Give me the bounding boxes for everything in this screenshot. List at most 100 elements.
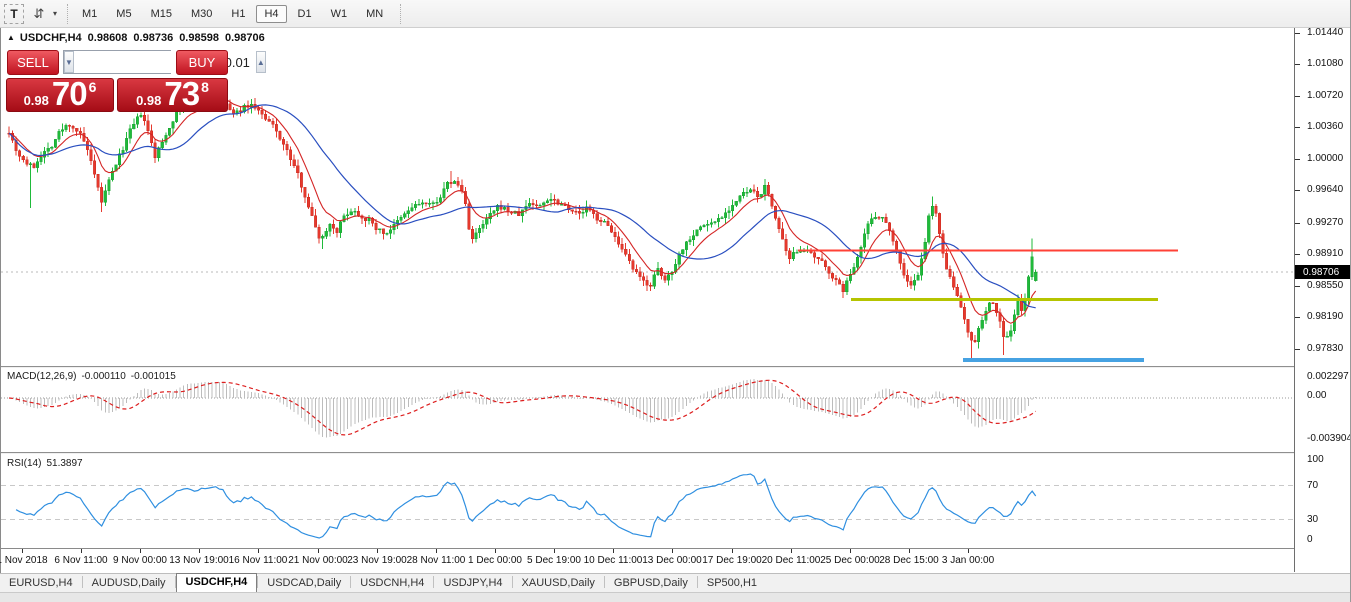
price-tick	[1295, 190, 1300, 191]
volume-increase-icon[interactable]: ▲	[256, 51, 266, 73]
sell-button[interactable]: SELL	[7, 50, 59, 75]
tab-usdjpy-h4[interactable]: USDJPY,H4	[434, 575, 511, 592]
tab-eurusd-h4[interactable]: EURUSD,H4	[0, 575, 82, 592]
macd-name: MACD(12,26,9)	[7, 371, 76, 382]
sell-price-big: 70	[52, 79, 87, 108]
rsi-name: RSI(14)	[7, 458, 41, 469]
text-tool-button[interactable]: T	[4, 4, 24, 24]
tab-gbpusd-daily[interactable]: GBPUSD,Daily	[605, 575, 697, 592]
date-tick-label: 20 Dec 11:00	[762, 555, 821, 566]
timeframe-button-m5[interactable]: M5	[108, 5, 139, 23]
buy-price-tile[interactable]: 0.98 73 8	[117, 78, 228, 112]
rsi-axis-label: 30	[1307, 514, 1318, 525]
date-tick-label: 6 Nov 11:00	[54, 555, 107, 566]
date-tick-label: 16 Nov 11:00	[229, 555, 288, 566]
rsi-label: RSI(14) 51.3897	[7, 458, 88, 469]
date-tick-label: 5 Dec 19:00	[527, 555, 581, 566]
timeframe-button-m15[interactable]: M15	[143, 5, 180, 23]
price-tick-label: 1.01080	[1307, 58, 1343, 69]
macd-axis-label: 0.002297	[1307, 371, 1349, 382]
volume-input[interactable]	[74, 51, 256, 73]
price-tick-label: 1.00000	[1307, 153, 1343, 164]
date-tick	[377, 549, 378, 553]
volume-decrease-icon[interactable]: ▼	[64, 51, 74, 73]
timeframe-button-group: M1M5M15M30H1H4D1W1MN	[74, 5, 394, 23]
macd-value-signal: -0.001015	[131, 371, 176, 382]
date-tick-label: 17 Dec 19:00	[702, 555, 762, 566]
date-tick-label: 21 Nov 00:00	[288, 555, 348, 566]
rsi-value: 51.3897	[46, 458, 82, 469]
timeframe-button-d1[interactable]: D1	[290, 5, 320, 23]
price-tick	[1295, 33, 1300, 34]
buy-price-base: 0.98	[136, 93, 161, 108]
pane-separator[interactable]	[1, 452, 1351, 454]
date-tick	[672, 549, 673, 553]
macd-histogram	[9, 379, 1036, 437]
price-axis[interactable]: 1.014401.010801.007201.003601.000000.996…	[1295, 28, 1351, 572]
tab-usdcnh-h4[interactable]: USDCNH,H4	[351, 575, 433, 592]
ohlc-low: 0.98598	[179, 32, 219, 44]
tab-usdchf-h4[interactable]: USDCHF,H4	[176, 573, 258, 592]
timeframe-button-mn[interactable]: MN	[358, 5, 391, 23]
ohlc-open: 0.98608	[88, 32, 128, 44]
timeframe-button-h4[interactable]: H4	[256, 5, 286, 23]
date-tick-label: 23 Nov 19:00	[347, 555, 407, 566]
collapse-panel-icon[interactable]: ▲	[7, 33, 15, 42]
timeframe-button-h1[interactable]: H1	[223, 5, 253, 23]
tab-xauusd-daily[interactable]: XAUUSD,Daily	[513, 575, 604, 592]
tab-sp500-h1[interactable]: SP500,H1	[698, 575, 766, 592]
rsi-line	[16, 474, 1036, 538]
macd-indicator-chart	[1, 368, 1294, 452]
tab-usdcad-daily[interactable]: USDCAD,Daily	[258, 575, 350, 592]
buy-price-big: 73	[164, 79, 199, 108]
price-tick-label: 0.98910	[1307, 248, 1343, 259]
price-tick	[1295, 286, 1300, 287]
current-price-tag: 0.98706	[1295, 265, 1351, 279]
rsi-indicator-chart	[1, 455, 1294, 548]
chart-symbol-label: USDCHF,H4	[20, 32, 82, 44]
tab-audusd-daily[interactable]: AUDUSD,Daily	[83, 575, 175, 592]
chart-title: ▲USDCHF,H40.986080.987360.985980.98706	[7, 32, 265, 44]
date-tick	[318, 549, 319, 553]
rsi-axis-label: 100	[1307, 454, 1324, 465]
macd-value-main: -0.000110	[81, 371, 125, 382]
timeframe-button-m30[interactable]: M30	[183, 5, 220, 23]
macd-axis-label: -0.003904	[1307, 433, 1351, 444]
date-tick-label: 28 Dec 15:00	[879, 555, 939, 566]
symbol-tab-bar: EURUSD,H4AUDUSD,DailyUSDCHF,H4USDCAD,Dai…	[0, 573, 1351, 592]
timeframe-button-m1[interactable]: M1	[74, 5, 105, 23]
time-axis[interactable]: 1 Nov 20186 Nov 11:009 Nov 00:0013 Nov 1…	[1, 549, 1294, 572]
toolbar: T ⇵ ▾ M1M5M15M30H1H4D1W1MN	[0, 0, 1351, 28]
timeframe-button-w1[interactable]: W1	[323, 5, 356, 23]
price-tick-label: 0.98190	[1307, 311, 1343, 322]
sell-price-tile[interactable]: 0.98 70 6	[6, 78, 114, 112]
price-tick	[1295, 64, 1300, 65]
arrows-tool-icon[interactable]: ⇵	[29, 4, 49, 24]
price-tick-label: 0.98550	[1307, 280, 1343, 291]
price-tick	[1295, 254, 1300, 255]
date-tick	[554, 549, 555, 553]
mt4-window: T ⇵ ▾ M1M5M15M30H1H4D1W1MN ▲ USDCHF,H4 0.9…	[0, 0, 1351, 602]
date-tick-label: 13 Nov 19:00	[169, 555, 229, 566]
buy-button[interactable]: BUY	[176, 50, 228, 75]
date-tick	[495, 549, 496, 553]
volume-stepper: ▼ ▲	[63, 50, 171, 74]
price-tick-label: 0.97830	[1307, 343, 1343, 354]
price-tick-label: 0.99270	[1307, 217, 1343, 228]
price-tick-label: 0.99640	[1307, 184, 1343, 195]
date-tick	[199, 549, 200, 553]
date-tick-label: 9 Nov 00:00	[113, 555, 167, 566]
date-tick	[968, 549, 969, 553]
macd-label: MACD(12,26,9) -0.000110 -0.001015	[7, 371, 181, 382]
sell-price-base: 0.98	[24, 93, 49, 108]
date-tick	[909, 549, 910, 553]
arrows-dropdown-icon[interactable]: ▾	[49, 4, 61, 24]
price-tick	[1295, 349, 1300, 350]
date-tick	[791, 549, 792, 553]
date-tick	[258, 549, 259, 553]
date-tick	[140, 549, 141, 553]
macd-signal-line	[9, 380, 1036, 435]
price-tick	[1295, 223, 1300, 224]
price-tick	[1295, 159, 1300, 160]
date-tick	[22, 549, 23, 553]
